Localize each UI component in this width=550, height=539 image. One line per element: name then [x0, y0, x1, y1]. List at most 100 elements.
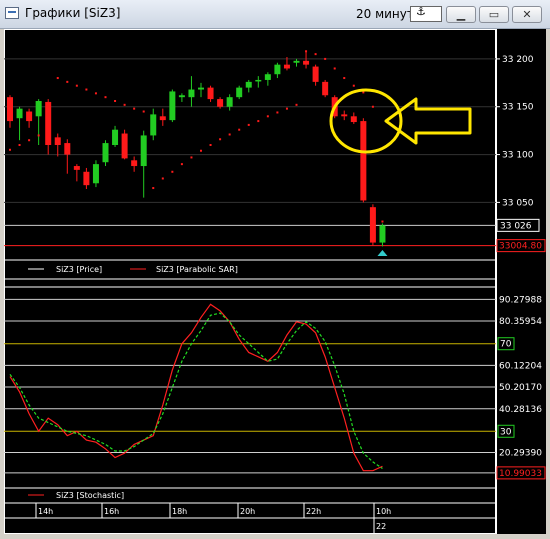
stochastic-d-line [9, 312, 383, 469]
price-tick-label: 33 200 [502, 55, 534, 65]
candle-body [83, 171, 90, 186]
close-button[interactable]: ✕ [512, 6, 542, 23]
candle-body [35, 101, 42, 117]
sar-dot [295, 103, 298, 106]
candle-body [159, 116, 166, 121]
candle-body [16, 108, 23, 119]
candle-body [26, 111, 33, 122]
title-bar[interactable]: Графики [SiZ3] 20 минут ⚓ ▁ ▭ ✕ [0, 0, 550, 29]
candle-body [341, 114, 348, 117]
stoch-tick-label: 20.29390 [499, 449, 542, 459]
chart-frame [4, 29, 496, 534]
candle-body [54, 137, 61, 145]
sar-dot [247, 123, 250, 126]
time-label: 10h [376, 507, 391, 516]
candle-body [264, 74, 271, 80]
sar-dot [305, 50, 308, 53]
candle-body [255, 79, 262, 82]
sar-dot [142, 110, 145, 113]
sar-dot [324, 57, 327, 60]
price-tick-label: 33 100 [502, 151, 534, 161]
sar-dot [75, 84, 78, 87]
candle-body [226, 97, 233, 107]
sar-dot [114, 100, 117, 102]
sar-dot [362, 91, 365, 94]
sar-dot [314, 53, 317, 56]
candle-body [140, 135, 147, 167]
candle-body [236, 87, 243, 98]
maximize-button[interactable]: ▭ [479, 6, 509, 23]
candle-body [274, 64, 281, 75]
candle-body [131, 160, 138, 167]
time-label: 22h [306, 507, 321, 516]
stoch-tick-label: 80.35954 [499, 317, 542, 327]
candle-body [360, 121, 367, 201]
sar-dot [209, 144, 212, 146]
candle-body [283, 64, 290, 69]
date-label: 22 [376, 522, 386, 531]
sar-dot [190, 156, 193, 159]
legend-stoch-label: SiZ3 [Stochastic] [56, 491, 124, 500]
sar-dot [343, 77, 346, 80]
sar-dot [257, 120, 260, 123]
sar-dot [66, 80, 69, 83]
candle-body [379, 225, 386, 243]
sar-dot [28, 139, 31, 142]
timeframe-selector[interactable]: ⚓ [410, 5, 442, 22]
candle-body [322, 81, 329, 96]
window-title: Графики [SiZ3] [25, 6, 121, 20]
sar-dot [219, 138, 222, 141]
sar-dot [352, 84, 355, 87]
sar-dot [94, 92, 97, 95]
annotation-arrow [384, 97, 472, 145]
sar-dot [171, 170, 174, 173]
stoch-tick-label: 30 [500, 427, 512, 437]
sar-dot [85, 88, 88, 91]
candle-body [64, 143, 71, 155]
candle-body [169, 91, 176, 121]
price-axis[interactable]: 33 200 33 150 33 100 33 050 33 026 33004.80 90… [496, 29, 546, 534]
last-price-label: 33 026 [500, 221, 532, 231]
sar-dot [104, 96, 107, 99]
sar-dot [37, 134, 40, 137]
close-icon: ✕ [522, 8, 532, 21]
candle-body [350, 116, 357, 123]
sar-dot [56, 77, 59, 80]
stoch-tick-label: 10.99033 [499, 469, 542, 479]
candle-body [198, 87, 204, 90]
stoch-tick-label: 50.20170 [499, 383, 542, 393]
candle-body [92, 164, 99, 184]
sar-dot [285, 107, 288, 110]
price-tick-label: 33 150 [502, 103, 534, 113]
stoch-tick-label: 90.27988 [499, 295, 542, 305]
legend-sar-label: SiZ3 [Parabolic SAR] [156, 265, 238, 274]
time-label: 16h [104, 507, 119, 516]
last-bar-marker [377, 250, 388, 256]
chart-app-icon [5, 7, 19, 19]
minimize-icon: ▁ [456, 8, 466, 21]
anchor-icon: ⚓ [416, 5, 426, 18]
price-tick-label: 33 050 [502, 198, 534, 208]
candle-body [217, 99, 224, 107]
candle-body [293, 60, 300, 63]
sar-dot [266, 115, 269, 118]
minimize-button[interactable]: ▁ [446, 6, 476, 23]
time-label: 14h [38, 507, 53, 516]
sar-dot [9, 148, 11, 151]
sar-dot [238, 128, 241, 131]
chart-window: Графики [SiZ3] 20 минут ⚓ ▁ ▭ ✕ SiZ3 [Pr… [0, 0, 550, 539]
timeframe-label[interactable]: 20 минут [356, 7, 414, 21]
candle-body [112, 129, 119, 145]
sar-dot [47, 130, 50, 133]
sar-dot [276, 111, 279, 114]
sar-dot [333, 67, 336, 70]
candle-body [45, 101, 52, 145]
sar-dot [371, 105, 374, 108]
candle-body [207, 87, 214, 100]
sar-dot [180, 163, 183, 166]
stoch-tick-label: 70 [500, 340, 512, 350]
sar-dot [161, 177, 164, 180]
stoch-tick-label: 60.12204 [499, 361, 542, 371]
chart-canvas[interactable]: SiZ3 [Price] SiZ3 [Parabolic SAR] SiZ3 [St… [4, 29, 496, 534]
sar-dot [152, 187, 155, 190]
